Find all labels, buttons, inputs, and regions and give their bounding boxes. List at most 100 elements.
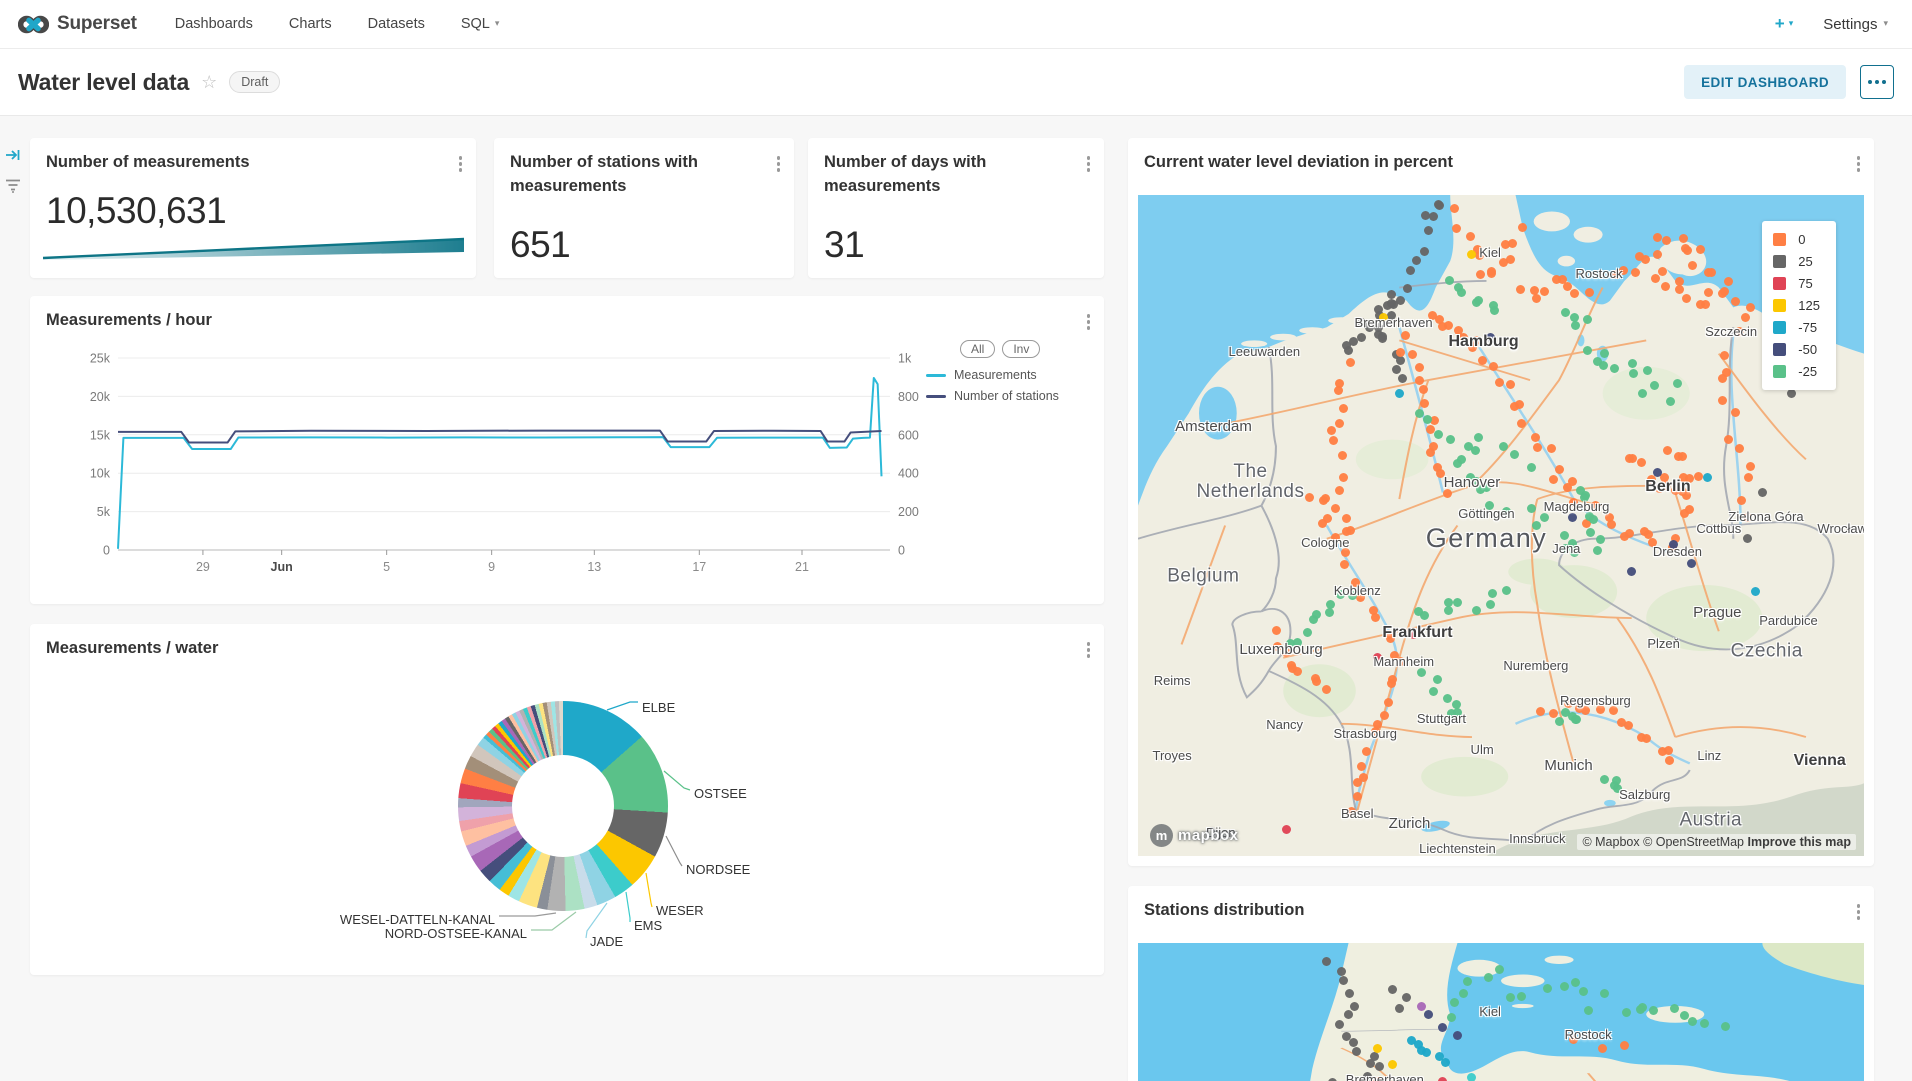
station-dot[interactable] [1631,268,1640,277]
station-dot[interactable] [1459,989,1468,998]
station-dot[interactable] [1373,1044,1382,1053]
station-dot[interactable] [1334,386,1343,395]
station-dot[interactable] [1450,998,1459,1007]
card-menu-kebab-icon[interactable] [455,152,467,176]
card-menu-kebab-icon[interactable] [1083,638,1095,662]
station-dot[interactable] [1517,419,1526,428]
station-dot[interactable] [1415,376,1424,385]
station-dot[interactable] [1444,598,1453,607]
station-dot[interactable] [1628,359,1637,368]
station-dot[interactable] [1396,296,1405,305]
nav-item-sql[interactable]: SQL▾ [461,16,500,32]
new-item-button[interactable]: + ▾ [1775,14,1793,34]
station-dot[interactable] [1527,504,1536,513]
legend-item[interactable]: 0 [1773,232,1820,247]
station-dot[interactable] [1540,513,1549,522]
station-dot[interactable] [1688,261,1697,270]
station-dot[interactable] [1447,1013,1456,1022]
legend-entry[interactable]: Number of stations [926,389,1094,403]
station-dot[interactable] [1486,600,1495,609]
favorite-star-icon[interactable]: ☆ [201,72,217,93]
station-dot[interactable] [1536,707,1545,716]
card-menu-kebab-icon[interactable] [773,152,785,176]
station-dot[interactable] [1325,608,1334,617]
station-dot[interactable] [1629,369,1638,378]
station-dot[interactable] [1453,1031,1462,1040]
station-dot[interactable] [1721,1022,1730,1031]
legend-inv-button[interactable]: Inv [1002,340,1040,358]
station-dot[interactable] [1751,587,1760,596]
station-dot[interactable] [1443,694,1452,703]
station-dot[interactable] [1335,486,1344,495]
station-dot[interactable] [1387,679,1396,688]
station-dot[interactable] [1636,1005,1645,1014]
station-dot[interactable] [1388,985,1397,994]
station-dot[interactable] [1570,289,1579,298]
station-dot[interactable] [1345,989,1354,998]
station-dot[interactable] [1688,1017,1697,1026]
station-dot[interactable] [1571,715,1580,724]
legend-item[interactable]: 125 [1773,298,1820,313]
station-dot[interactable] [1650,381,1659,390]
station-dot[interactable] [1704,288,1713,297]
station-dot[interactable] [1309,615,1318,624]
station-dot[interactable] [1696,245,1705,254]
station-dot[interactable] [1387,290,1396,299]
station-dot[interactable] [1446,435,1455,444]
station-dot[interactable] [1518,223,1527,232]
station-dot[interactable] [1653,468,1662,477]
station-dot[interactable] [1694,472,1703,481]
legend-item[interactable]: 75 [1773,276,1820,291]
station-dot[interactable] [1350,1002,1359,1011]
station-dot[interactable] [1408,350,1417,359]
station-dot[interactable] [1424,1010,1433,1019]
station-dot[interactable] [1327,426,1336,435]
station-dot[interactable] [1457,455,1466,464]
station-dot[interactable] [1649,1006,1658,1015]
deviation-map[interactable]: LeeuwardenAmsterdamThe NetherlandsBelgiu… [1138,195,1864,856]
station-dot[interactable] [1353,792,1362,801]
station-dot[interactable] [1353,778,1362,787]
donut-chart[interactable] [458,701,668,911]
station-dot[interactable] [1322,685,1331,694]
station-dot[interactable] [1583,315,1592,324]
station-dot[interactable] [1707,268,1716,277]
station-dot[interactable] [1787,389,1796,398]
station-dot[interactable] [1417,668,1426,677]
station-dot[interactable] [1720,351,1729,360]
station-dot[interactable] [1510,450,1519,459]
legend-entry[interactable]: Measurements [926,368,1094,382]
station-dot[interactable] [1527,463,1536,472]
legend-item[interactable]: -25 [1773,364,1820,379]
station-dot[interactable] [1349,337,1358,346]
station-dot[interactable] [1339,404,1348,413]
legend-item[interactable]: -75 [1773,320,1820,335]
station-dot[interactable] [1661,282,1670,291]
station-dot[interactable] [1438,1023,1447,1032]
station-dot[interactable] [1395,1004,1404,1013]
station-dot[interactable] [1758,488,1767,497]
nav-item-dashboards[interactable]: Dashboards [175,16,253,32]
mapbox-logo[interactable]: m mapbox [1150,824,1239,847]
station-dot[interactable] [1624,721,1633,730]
card-menu-kebab-icon[interactable] [1853,900,1865,924]
station-dot[interactable] [1429,212,1438,221]
station-dot[interactable] [1322,957,1331,966]
station-dot[interactable] [1561,308,1570,317]
filter-icon[interactable] [5,178,21,198]
station-dot[interactable] [1441,1058,1450,1067]
station-dot[interactable] [1555,717,1564,726]
station-dot[interactable] [1474,433,1483,442]
station-dot[interactable] [1417,1002,1426,1011]
station-dot[interactable] [1560,531,1569,540]
legend-item[interactable]: 25 [1773,254,1820,269]
improve-map-link[interactable]: Improve this map [1748,835,1852,849]
station-dot[interactable] [1388,1060,1397,1069]
station-dot[interactable] [1463,977,1472,986]
station-dot[interactable] [1502,586,1511,595]
station-dot[interactable] [1466,232,1475,241]
station-dot[interactable] [1516,285,1525,294]
station-dot[interactable] [1335,419,1344,428]
station-dot[interactable] [1746,462,1755,471]
station-dot[interactable] [1568,513,1577,522]
